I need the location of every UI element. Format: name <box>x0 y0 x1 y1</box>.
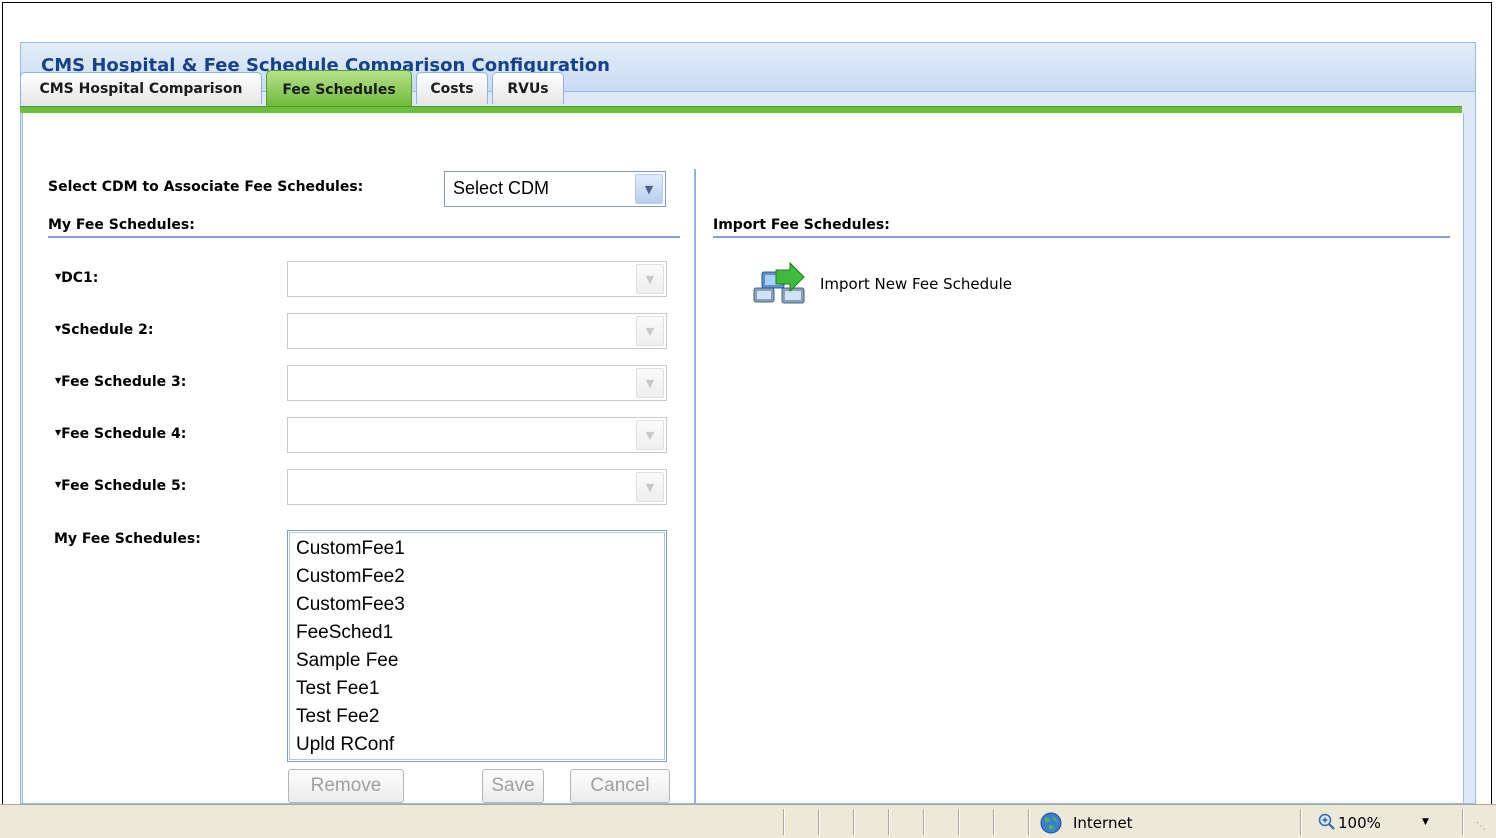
fee-schedules-content: Select CDM to Associate Fee Schedules: S… <box>22 113 1464 803</box>
status-separator <box>818 809 819 835</box>
my-fee-schedules-title: My Fee Schedules: <box>48 217 195 233</box>
status-separator <box>1462 809 1463 835</box>
left-section-rule <box>48 236 680 238</box>
fee-schedule-list-label: My Fee Schedules: <box>54 531 201 547</box>
chevron-down-icon[interactable]: ▼ <box>635 174 663 204</box>
fee-schedule-listbox[interactable]: CustomFee1 CustomFee2 CustomFee3 FeeSched1 S… <box>287 530 667 762</box>
schedule-label-3: ▼Fee Schedule 3: <box>55 374 187 390</box>
schedule-label-5: ▼Fee Schedule 5: <box>55 478 187 494</box>
list-item[interactable]: CustomFee1 <box>288 535 666 563</box>
import-link-label: Import New Fee Schedule <box>820 275 1012 293</box>
remove-button[interactable]: Remove <box>288 769 404 803</box>
schedule-label-4: ▼Fee Schedule 4: <box>55 426 187 442</box>
status-separator <box>1028 809 1029 835</box>
cdm-select-value: Select CDM <box>453 178 550 198</box>
status-separator <box>888 809 889 835</box>
schedule-select-5[interactable]: ▼ <box>287 469 667 505</box>
import-fee-schedules-title: Import Fee Schedules: <box>713 217 890 233</box>
list-item[interactable]: Test Fee2 <box>288 703 666 731</box>
status-separator <box>958 809 959 835</box>
internet-zone-icon <box>1040 812 1062 834</box>
cdm-label: Select CDM to Associate Fee Schedules: <box>48 179 364 195</box>
tab-bar: CMS Hospital Comparison Fee Schedules Co… <box>20 70 1460 106</box>
list-item[interactable]: Sample Fee <box>288 647 666 675</box>
schedule-select-3[interactable]: ▼ <box>287 365 667 401</box>
fee-schedule-list: CustomFee1 CustomFee2 CustomFee3 FeeSched1 S… <box>288 531 666 759</box>
status-separator <box>853 809 854 835</box>
status-separator <box>783 809 784 835</box>
status-separator <box>993 809 994 835</box>
tab-fee-schedules[interactable]: Fee Schedules <box>266 70 412 106</box>
chevron-down-icon[interactable]: ▼ <box>636 368 664 398</box>
status-separator <box>1300 809 1301 835</box>
list-item[interactable]: Test Fee1 <box>288 675 666 703</box>
tab-cms-hospital-comparison[interactable]: CMS Hospital Comparison <box>20 72 262 104</box>
schedule-select-4[interactable]: ▼ <box>287 417 667 453</box>
tab-costs[interactable]: Costs <box>416 72 488 104</box>
status-bar: Internet 100% ▼ ⋱ <box>0 804 1496 838</box>
chevron-down-icon[interactable]: ▼ <box>1422 817 1429 827</box>
zoom-level: 100% <box>1338 814 1381 832</box>
schedule-label-2: ▼Schedule 2: <box>55 322 154 338</box>
chevron-down-icon[interactable]: ▼ <box>636 316 664 346</box>
column-divider <box>694 169 696 803</box>
cdm-select[interactable]: Select CDM ▼ <box>444 171 666 207</box>
security-zone-label: Internet <box>1073 814 1133 832</box>
cancel-button[interactable]: Cancel <box>570 769 670 803</box>
schedule-label-1: ▼DC1: <box>55 270 99 286</box>
zoom-icon <box>1318 813 1335 830</box>
chevron-down-icon[interactable]: ▼ <box>636 472 664 502</box>
list-item[interactable]: CustomFee3 <box>288 591 666 619</box>
chevron-down-icon[interactable]: ▼ <box>636 420 664 450</box>
schedule-select-1[interactable]: ▼ <box>287 261 667 297</box>
import-icon <box>753 261 805 304</box>
list-item[interactable]: CustomFee2 <box>288 563 666 591</box>
save-button[interactable]: Save <box>482 769 544 803</box>
list-item[interactable]: FeeSched1 <box>288 619 666 647</box>
status-separator <box>923 809 924 835</box>
zoom-control[interactable]: 100% ▼ <box>1318 811 1438 835</box>
chevron-down-icon[interactable]: ▼ <box>636 264 664 294</box>
list-item[interactable]: Upld RConf <box>288 731 666 759</box>
schedule-select-2[interactable]: ▼ <box>287 313 667 349</box>
resize-grip-icon[interactable]: ⋱ <box>1476 821 1486 832</box>
right-section-rule <box>713 236 1450 238</box>
tab-strip <box>20 106 1462 113</box>
tab-rvus[interactable]: RVUs <box>492 72 564 104</box>
